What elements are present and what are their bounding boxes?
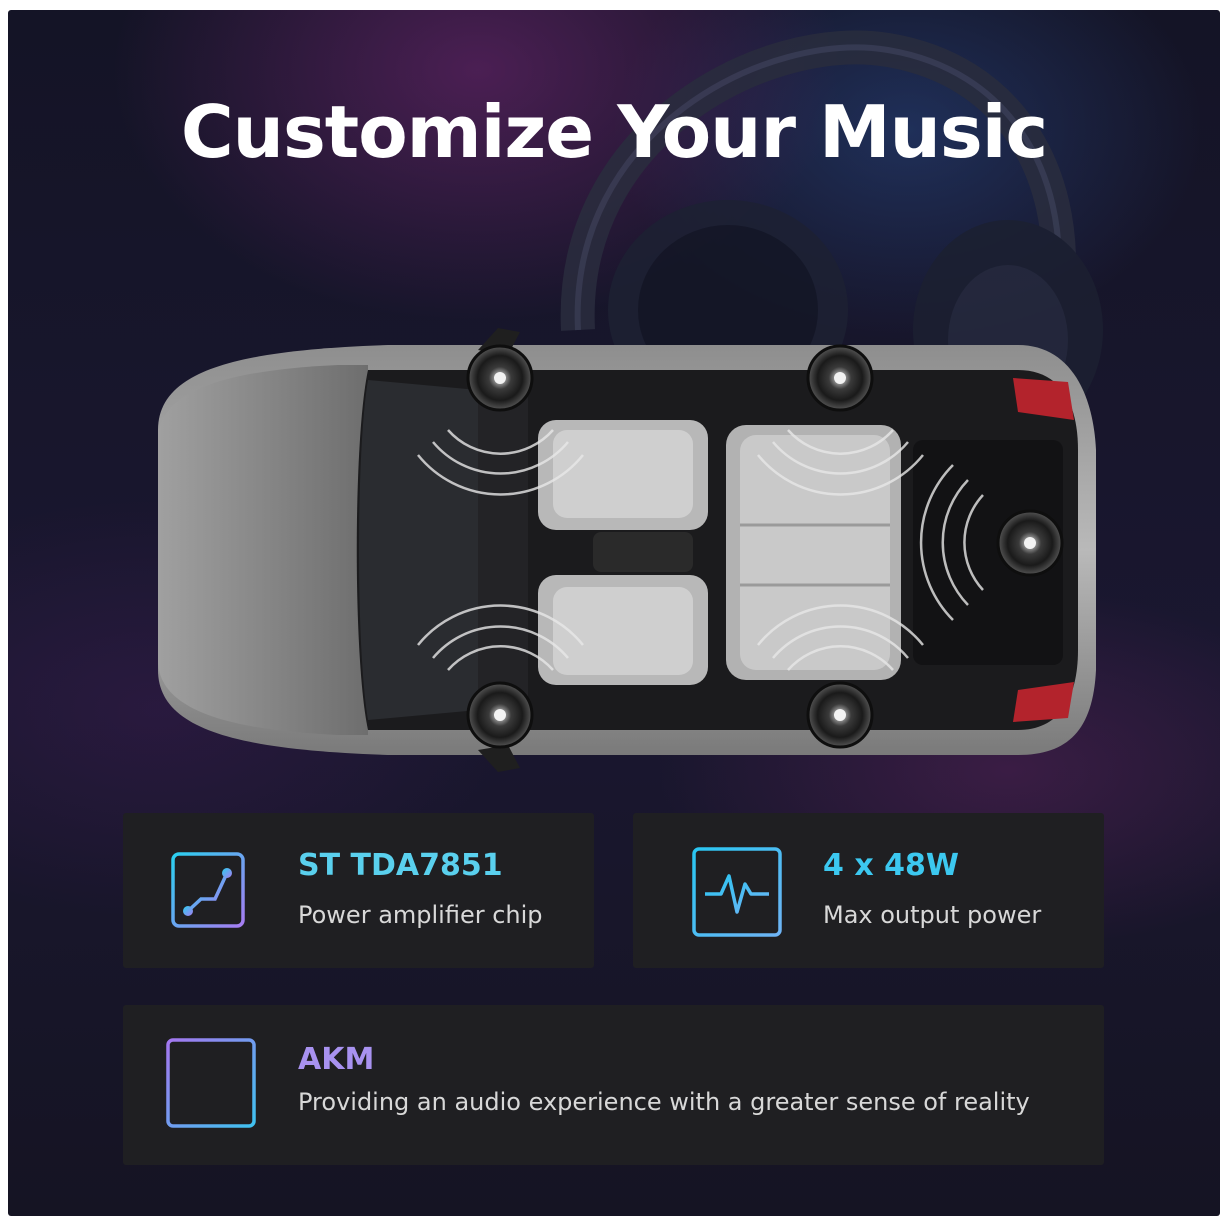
feature-subtitle: Power amplifier chip [298, 901, 543, 929]
heartbeat-waveform-icon [692, 847, 782, 937]
feature-title: ST TDA7851 [298, 848, 503, 883]
amplifier-chip-icon [157, 852, 259, 928]
product-banner: Customize Your Music ST TDA7851 Power am… [8, 10, 1220, 1216]
audio-bars-icon [166, 1038, 256, 1128]
car-body [158, 328, 1096, 772]
feature-subtitle: Max output power [823, 901, 1042, 929]
page-title: Customize Your Music [180, 90, 1048, 174]
feature-card-amplifier: ST TDA7851 Power amplifier chip [123, 813, 594, 968]
feature-title: 4 x 48W [823, 848, 959, 883]
feature-card-akm: AKM Providing an audio experience with a… [123, 1005, 1104, 1165]
feature-title: AKM [298, 1042, 375, 1077]
feature-card-output-power: 4 x 48W Max output power [633, 813, 1104, 968]
feature-subtitle: Providing an audio experience with a gre… [298, 1088, 1030, 1116]
